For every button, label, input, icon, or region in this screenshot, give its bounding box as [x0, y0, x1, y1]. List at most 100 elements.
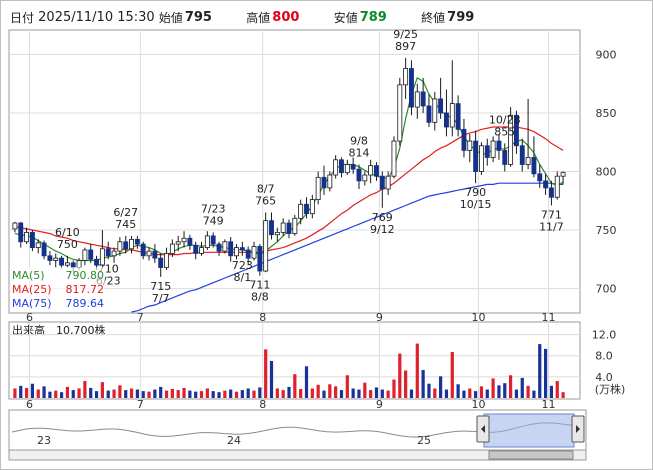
candle-body: [286, 222, 292, 234]
volume-bar: [234, 391, 239, 398]
candle-body: [152, 250, 158, 259]
volume-bar: [526, 385, 530, 398]
volume-bar: [538, 344, 542, 398]
candle-body: [181, 237, 187, 243]
volume-bar: [520, 377, 524, 398]
candle-body: [123, 241, 129, 250]
month-tick-label: 9: [376, 398, 383, 411]
volume-bar: [404, 370, 408, 398]
volume-bar: [170, 389, 174, 398]
volume-bar: [462, 390, 466, 398]
candle-body: [234, 247, 239, 257]
month-tick-label: 6: [26, 398, 33, 411]
volume-bar: [450, 352, 454, 398]
volume-axis: 4.0 8.0 12.0: [592, 329, 617, 384]
candle-body: [216, 243, 222, 252]
annotation-value: 749: [203, 214, 224, 227]
ma25-label: MA(25): [12, 283, 52, 296]
volume-bar: [369, 390, 373, 398]
volume-bar: [77, 388, 81, 398]
annotation-value: 897: [395, 40, 416, 53]
candle-body: [41, 242, 47, 257]
volume-bar: [334, 386, 338, 398]
volume-bar: [421, 369, 425, 398]
candle-body: [257, 246, 263, 272]
volume-bar: [194, 391, 198, 398]
price-tick-label: 900: [596, 48, 617, 61]
volume-bar: [310, 388, 314, 398]
navigator-left-handle[interactable]: [476, 415, 490, 443]
candle-body: [274, 231, 280, 236]
volume-bar: [287, 386, 291, 398]
ma5-value: 790.80: [66, 269, 105, 282]
annotation-date: 8/8: [251, 291, 269, 304]
volume-bar: [94, 391, 99, 398]
month-tick-label: 8: [259, 398, 266, 411]
candle-body: [397, 84, 403, 142]
candle-body: [164, 253, 169, 268]
candle-body: [35, 242, 41, 249]
price-tick-label: 800: [596, 166, 617, 179]
annotation-value: 750: [57, 238, 78, 251]
volume-bar: [491, 378, 495, 398]
candle-body: [239, 247, 245, 251]
candle-body: [158, 257, 164, 268]
scrollbar-thumb[interactable]: [488, 450, 574, 460]
annotation-value: 765: [255, 194, 276, 207]
volume-bar: [89, 387, 93, 398]
volume-bar: [13, 388, 17, 398]
candle-body: [59, 257, 65, 266]
navigator-scrollbar[interactable]: [8, 449, 587, 461]
ma5-label: MA(5): [12, 269, 45, 282]
candle-body: [129, 239, 134, 250]
candle-body: [222, 241, 228, 252]
volume-bar: [258, 387, 262, 398]
candle-body: [461, 128, 467, 151]
volume-bar: [269, 361, 274, 398]
navigator-selection[interactable]: [483, 413, 575, 448]
annotation-date: 7/7: [152, 292, 170, 305]
volume-bar: [217, 392, 221, 398]
candle-body: [175, 241, 181, 245]
volume-tick-label: 8.0: [595, 350, 613, 363]
volume-bar: [65, 386, 70, 398]
volume-bar: [304, 366, 309, 398]
volume-bar: [36, 389, 40, 398]
price-axis: 700 750 800 850 900: [596, 48, 617, 295]
navigator-right-handle[interactable]: [571, 415, 585, 443]
candle-body: [548, 187, 554, 198]
candle-body: [379, 175, 385, 190]
volume-bar: [205, 388, 209, 398]
candle-body: [496, 140, 502, 151]
volume-bar: [392, 379, 396, 398]
candle-body: [199, 247, 204, 254]
candle-body: [368, 165, 374, 176]
volume-bar: [19, 385, 23, 398]
volume-bar: [328, 384, 332, 398]
annotation-date: 10/15: [460, 198, 492, 211]
candle-body: [111, 250, 117, 257]
price-tick-label: 850: [596, 107, 617, 120]
candle-body: [210, 235, 216, 245]
volume-bar: [252, 390, 256, 398]
volume-bar: [427, 383, 431, 398]
volume-bar: [129, 388, 134, 398]
volume-tick-label: 4.0: [595, 371, 613, 384]
candle-body: [339, 159, 344, 174]
candle-body: [420, 91, 426, 107]
candle-body: [321, 176, 327, 189]
month-tick-label: 7: [137, 398, 144, 411]
candle-body: [391, 140, 397, 177]
candle-body: [327, 174, 333, 189]
annotation-date: 11/7: [539, 220, 564, 233]
candle-body: [432, 98, 438, 123]
candle-body: [374, 165, 379, 177]
candle-body: [169, 243, 175, 254]
volume-bar: [54, 390, 58, 398]
candle-body: [187, 237, 193, 246]
ma75-label: MA(75): [12, 297, 52, 310]
candle-body: [455, 103, 461, 130]
candle-body: [193, 244, 199, 254]
candle-body: [29, 231, 35, 249]
volume-bar: [153, 389, 157, 398]
